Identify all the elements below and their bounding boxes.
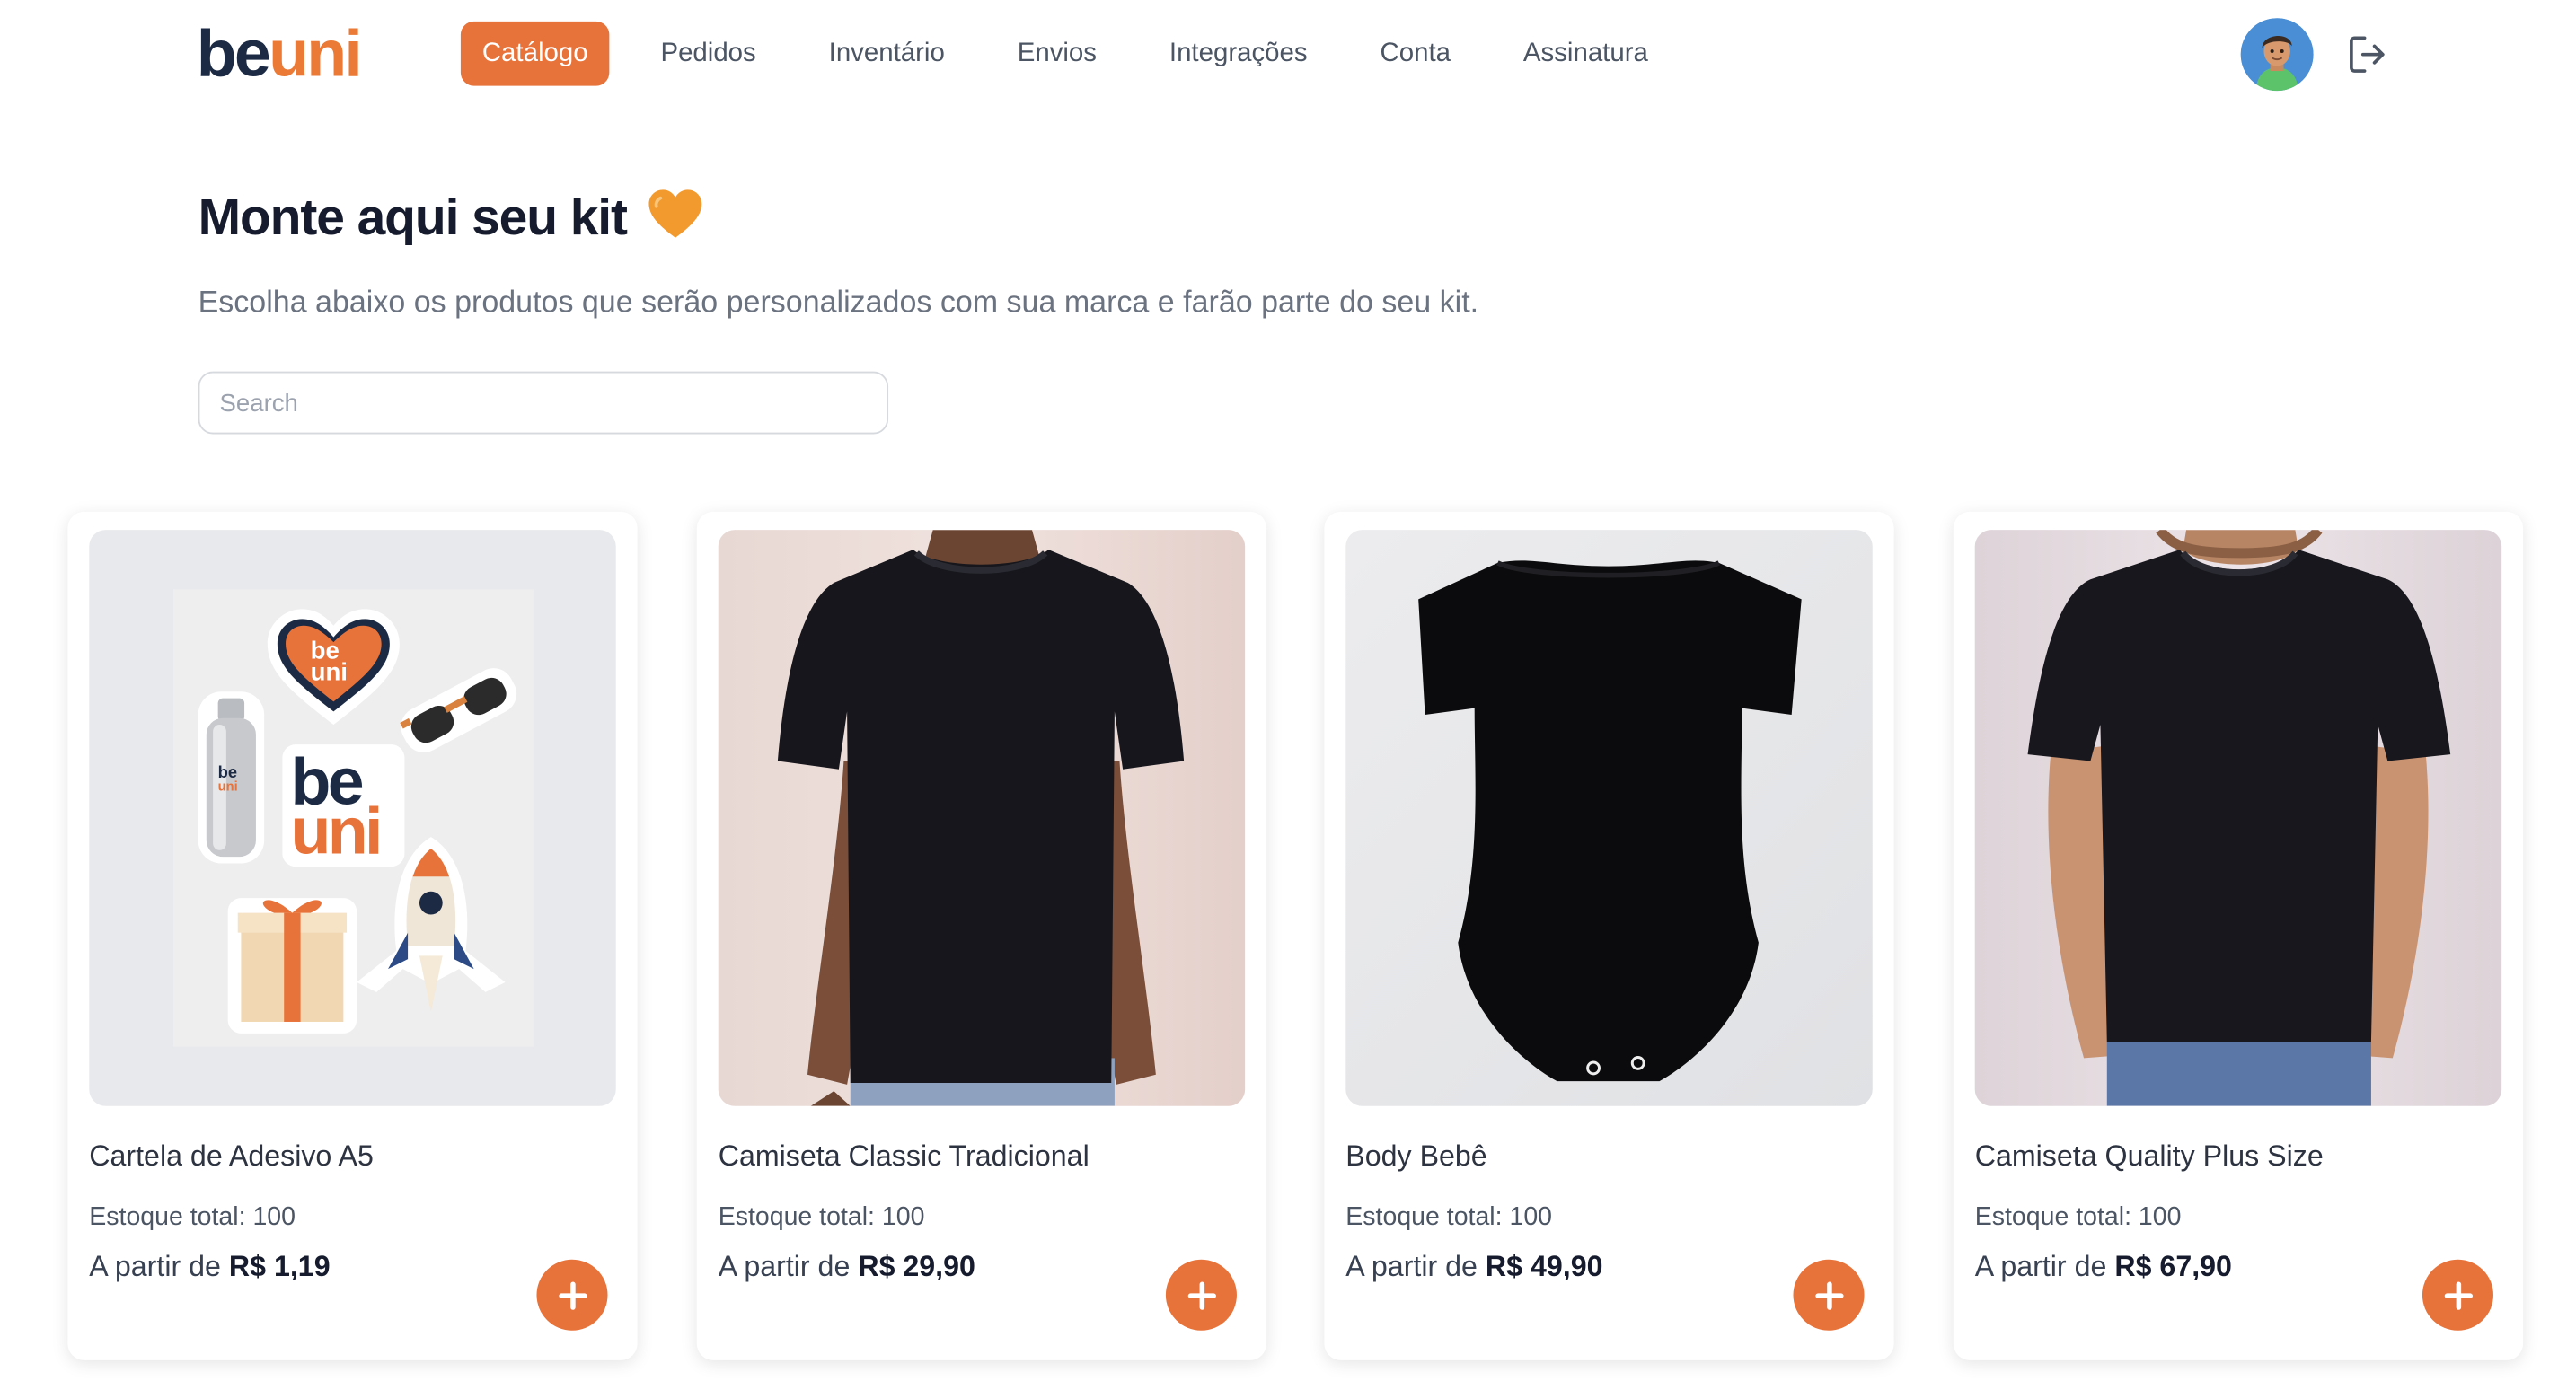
add-to-kit-button[interactable] <box>1165 1259 1237 1331</box>
nav-item-assinatura[interactable]: Assinatura <box>1502 22 1670 86</box>
price-value: R$ 67,90 <box>2114 1249 2232 1283</box>
product-image-tshirt-model-plus[interactable] <box>1974 530 2502 1106</box>
price-prefix: A partir de <box>1345 1249 1478 1283</box>
logo-uni: uni <box>269 18 363 92</box>
product-price: A partir de R$ 49,90 <box>1345 1250 1602 1285</box>
nav-item-envios[interactable]: Envios <box>996 22 1118 86</box>
nav-item-integracoes[interactable]: Integrações <box>1148 22 1329 86</box>
heart-sticker-uni: uni <box>311 657 348 685</box>
price-value: R$ 29,90 <box>858 1249 975 1283</box>
add-to-kit-button[interactable] <box>536 1259 608 1331</box>
add-to-kit-button[interactable] <box>2422 1259 2493 1331</box>
page-title-text: Monte aqui seu kit <box>198 188 628 246</box>
beuni-logo[interactable]: beuni <box>196 16 363 92</box>
big-sticker-uni: uni <box>291 793 380 867</box>
product-card[interactable]: be uni be uni be uni Cartela de Adesivo … <box>67 511 638 1360</box>
top-nav: beuni Catálogo Pedidos Inventário Envios… <box>0 0 2576 109</box>
orange-heart-icon <box>648 189 701 238</box>
nav-item-catalogo[interactable]: Catálogo <box>460 21 610 86</box>
product-stock: Estoque total: 100 <box>718 1203 925 1232</box>
page-title: Monte aqui seu kit <box>198 189 703 248</box>
page-subtitle: Escolha abaixo os produtos que serão per… <box>198 284 1479 319</box>
price-prefix: A partir de <box>89 1249 221 1283</box>
product-image-baby-bodysuit[interactable] <box>1345 530 1873 1106</box>
bottle-be: be <box>218 762 237 781</box>
plus-icon <box>2443 1280 2473 1309</box>
product-stock: Estoque total: 100 <box>89 1203 296 1232</box>
product-name[interactable]: Cartela de Adesivo A5 <box>89 1139 374 1174</box>
price-value: R$ 49,90 <box>1485 1249 1603 1283</box>
logo-be: be <box>196 18 271 92</box>
product-price: A partir de R$ 29,90 <box>719 1250 975 1285</box>
add-to-kit-button[interactable] <box>1793 1259 1865 1331</box>
product-name[interactable]: Body Bebê <box>1345 1139 1486 1174</box>
bottle-uni: uni <box>218 780 238 795</box>
plus-icon <box>558 1280 587 1309</box>
nav-item-pedidos[interactable]: Pedidos <box>640 22 778 86</box>
product-stock: Estoque total: 100 <box>1345 1203 1553 1232</box>
logout-icon[interactable] <box>2348 33 2387 76</box>
product-image-sticker-sheet[interactable]: be uni be uni be uni <box>89 530 616 1106</box>
product-price: A partir de R$ 67,90 <box>1975 1250 2232 1285</box>
main-nav: Catálogo Pedidos Inventário Envios Integ… <box>460 21 1699 86</box>
product-card[interactable]: Camiseta Classic Tradicional Estoque tot… <box>696 511 1267 1360</box>
product-card[interactable]: Camiseta Quality Plus Size Estoque total… <box>1953 511 2524 1360</box>
product-price: A partir de R$ 1,19 <box>89 1250 330 1285</box>
page: beuni Catálogo Pedidos Inventário Envios… <box>0 0 2576 1390</box>
user-avatar[interactable] <box>2240 18 2314 92</box>
product-card[interactable]: Body Bebê Estoque total: 100 A partir de… <box>1324 511 1894 1360</box>
product-stock: Estoque total: 100 <box>1974 1203 2182 1232</box>
product-image-tshirt-model[interactable] <box>718 530 1246 1106</box>
plus-icon <box>1814 1280 1843 1309</box>
price-prefix: A partir de <box>718 1249 851 1283</box>
price-value: R$ 1,19 <box>228 1249 331 1283</box>
nav-item-conta[interactable]: Conta <box>1359 22 1472 86</box>
price-prefix: A partir de <box>1974 1249 2107 1283</box>
product-name[interactable]: Camiseta Quality Plus Size <box>1975 1139 2324 1174</box>
avatar-icon <box>2240 18 2314 92</box>
search-input[interactable] <box>198 371 889 435</box>
plus-icon <box>1187 1280 1216 1309</box>
product-name[interactable]: Camiseta Classic Tradicional <box>719 1139 1090 1174</box>
nav-item-inventario[interactable]: Inventário <box>807 22 966 86</box>
